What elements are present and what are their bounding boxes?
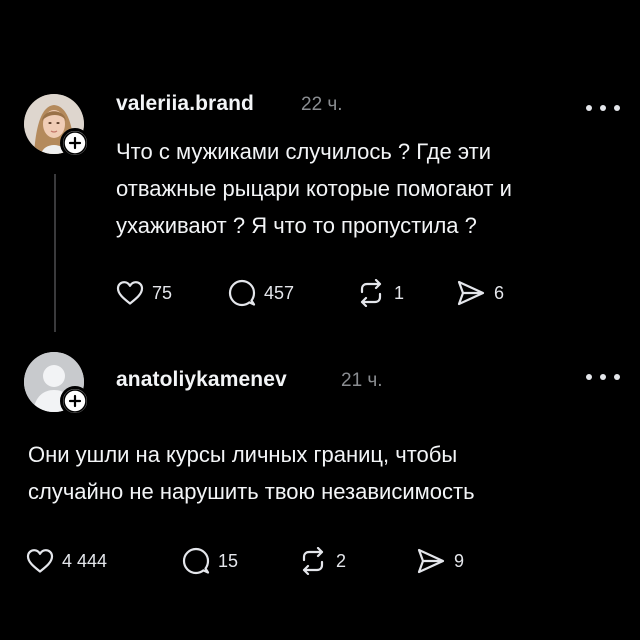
repost-icon: [360, 279, 382, 307]
plus-icon: [63, 389, 87, 413]
post-valeriia: valeriia.brand 22 ч. Что с мужиками случ…: [0, 0, 640, 340]
like-button[interactable]: 75: [116, 278, 172, 308]
post-text: Что с мужиками случилось ? Где эти отваж…: [116, 133, 512, 244]
share-count: 9: [454, 550, 465, 571]
username[interactable]: valeriia.brand: [116, 92, 254, 116]
post-text-line: случайно не нарушить твою независимость: [28, 479, 475, 504]
like-count: 4 444: [62, 550, 108, 571]
share-button[interactable]: 9: [416, 546, 464, 576]
username[interactable]: anatoliykamenev: [116, 368, 287, 392]
like-count: 75: [152, 282, 173, 303]
avatar[interactable]: [24, 352, 90, 416]
comment-button[interactable]: 457: [228, 278, 294, 308]
share-button[interactable]: 6: [456, 278, 504, 308]
comment-count: 15: [218, 550, 239, 571]
post-time: 21 ч.: [341, 370, 383, 391]
repost-button[interactable]: 1: [356, 278, 404, 308]
repost-count: 2: [336, 550, 347, 571]
repost-count: 1: [394, 282, 405, 303]
comment-bubble-icon: [182, 547, 210, 575]
share-count: 6: [494, 282, 505, 303]
send-icon: [417, 548, 445, 574]
avatar[interactable]: [24, 94, 90, 158]
repost-icon: [302, 547, 324, 575]
plus-icon: [63, 131, 87, 155]
post-text: Они ушли на курсы личных границ, чтобы с…: [28, 436, 475, 510]
follow-button[interactable]: [60, 128, 90, 158]
action-bar: 4 444 15 2 9: [26, 546, 486, 576]
post-anatoliy: anatoliykamenev 21 ч. Они ушли на курсы …: [0, 340, 640, 640]
send-icon: [457, 280, 485, 306]
follow-button[interactable]: [60, 386, 90, 416]
repost-button[interactable]: 2: [298, 546, 346, 576]
thread-line: [54, 174, 56, 332]
more-dots-icon[interactable]: [586, 103, 620, 113]
post-time: 22 ч.: [301, 94, 343, 115]
comment-button[interactable]: 15: [182, 546, 238, 576]
post-text-line: Они ушли на курсы личных границ, чтобы: [28, 442, 458, 467]
action-bar: 75 457 1 6: [116, 278, 536, 308]
heart-icon: [26, 549, 54, 573]
more-dots-icon[interactable]: [586, 372, 620, 382]
heart-icon: [116, 281, 144, 305]
like-button[interactable]: 4 444: [26, 546, 107, 576]
post-text-line: ухаживают ? Я что то пропустила ?: [116, 213, 477, 238]
post-text-line: Что с мужиками случилось ? Где эти: [116, 139, 492, 164]
post-text-line: отважные рыцари которые помогают и: [116, 176, 512, 201]
comment-count: 457: [264, 282, 295, 303]
comment-bubble-icon: [228, 279, 256, 307]
